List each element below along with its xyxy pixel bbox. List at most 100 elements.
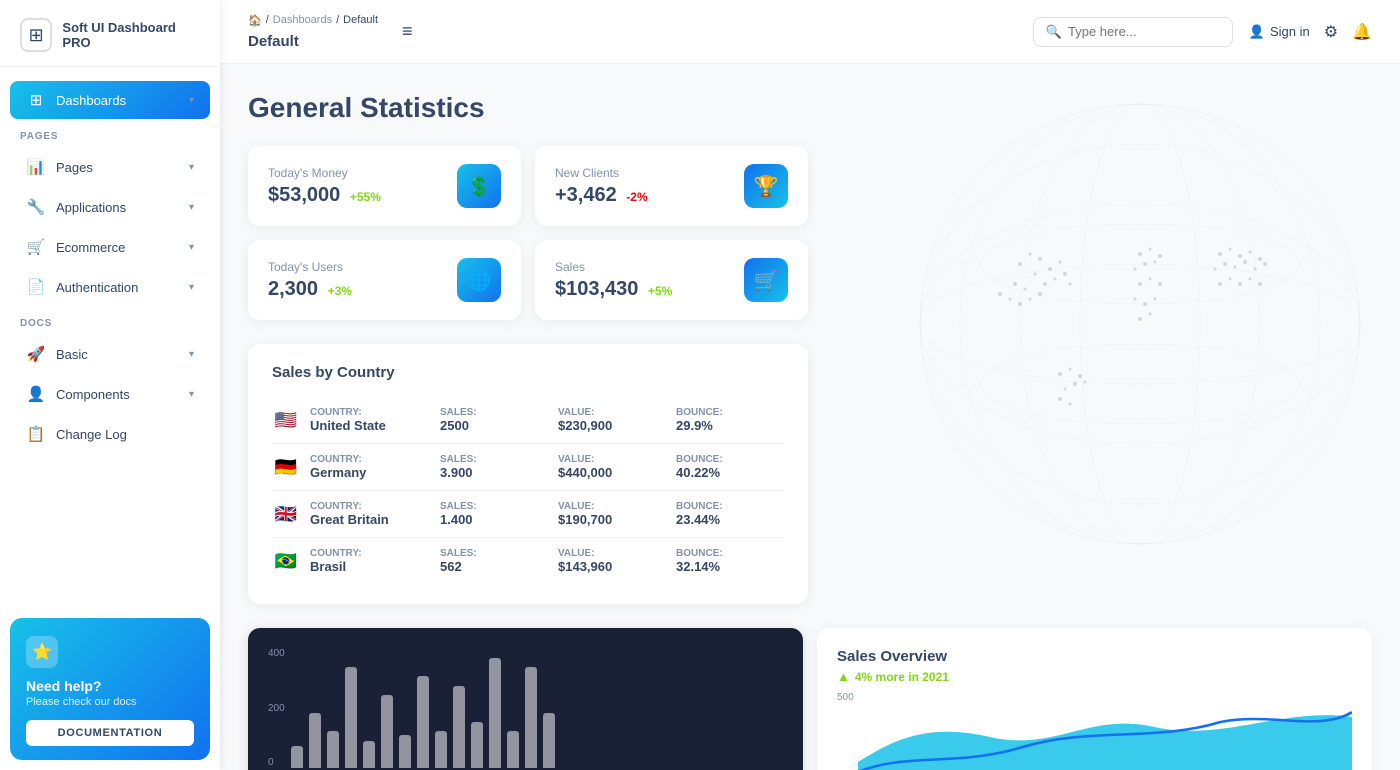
bounce-col: Bounce: 29.9% xyxy=(676,407,784,433)
flag-de: 🇩🇪 xyxy=(272,457,300,477)
breadcrumb-dashboards[interactable]: Dashboards xyxy=(273,14,332,26)
chart-bar xyxy=(381,695,393,768)
stat-change-clients: -2% xyxy=(626,190,647,204)
table-row: 🇺🇸 Country: United State Sales: 2500 Val… xyxy=(272,397,784,444)
sidebar: ⊞ Soft UI Dashboard PRO ⊞ Dashboards ▾ P… xyxy=(0,0,220,770)
chevron-down-icon: ▾ xyxy=(189,95,194,106)
stat-change-users: +3% xyxy=(328,284,352,298)
chart-bar xyxy=(435,731,447,768)
chevron-down-icon: ▾ xyxy=(189,242,194,253)
stat-value-sales: $103,430 +5% xyxy=(555,278,672,301)
trophy-icon: 🏆 xyxy=(744,164,788,208)
sales-country-title: Sales by Country xyxy=(272,364,784,381)
breadcrumb-current: Default xyxy=(248,33,299,50)
yaxis-200: 200 xyxy=(268,703,285,714)
notifications-icon[interactable]: 🔔 xyxy=(1352,22,1372,42)
chevron-down-icon: ▾ xyxy=(189,202,194,213)
chart-bar xyxy=(453,686,465,769)
chart-bar xyxy=(471,722,483,768)
bounce-col: Bounce: 23.44% xyxy=(676,501,784,527)
sidebar-item-basic[interactable]: 🚀 Basic ▾ xyxy=(10,335,210,373)
stat-label-clients: New Clients xyxy=(555,166,648,180)
stat-card-clients: New Clients +3,462 -2% 🏆 xyxy=(535,146,808,226)
stat-card-info: Today's Money $53,000 +55% xyxy=(268,166,381,207)
country-col: Country: Brasil xyxy=(310,548,430,574)
sidebar-item-label: Ecommerce xyxy=(56,240,179,255)
sidebar-item-changelog[interactable]: 📋 Change Log xyxy=(10,415,210,453)
sidebar-item-label: Pages xyxy=(56,160,179,175)
chart-bar xyxy=(525,667,537,768)
chevron-down-icon: ▾ xyxy=(189,349,194,360)
sidebar-item-label: Basic xyxy=(56,347,179,362)
main-area: 🏠 / Dashboards / Default Default ≡ 🔍 👤 S… xyxy=(220,0,1400,770)
flag-br: 🇧🇷 xyxy=(272,551,300,571)
chart-bar xyxy=(507,731,519,768)
settings-icon[interactable]: ⚙ xyxy=(1324,22,1338,42)
signin-label: Sign in xyxy=(1270,24,1310,39)
chevron-down-icon: ▾ xyxy=(189,389,194,400)
stat-card-users: Today's Users 2,300 +3% 🌐 xyxy=(248,240,521,320)
topbar-actions: 👤 Sign in ⚙ 🔔 xyxy=(1249,22,1372,42)
stat-card-info: New Clients +3,462 -2% xyxy=(555,166,648,207)
topbar-search[interactable]: 🔍 xyxy=(1033,17,1233,47)
value-col: Value: $190,700 xyxy=(558,501,666,527)
sidebar-item-authentication[interactable]: 📄 Authentication ▾ xyxy=(10,268,210,306)
auth-icon: 📄 xyxy=(26,278,46,296)
chart-bar xyxy=(327,731,339,768)
topbar: 🏠 / Dashboards / Default Default ≡ 🔍 👤 S… xyxy=(220,0,1400,64)
stat-label-users: Today's Users xyxy=(268,260,352,274)
help-star-icon: ⭐ xyxy=(26,636,58,668)
stat-change-money: +55% xyxy=(350,190,381,204)
value-col: Value: $440,000 xyxy=(558,454,666,480)
home-icon: 🏠 xyxy=(248,14,262,27)
chart-bars xyxy=(291,648,783,768)
sales-overview-title: Sales Overview xyxy=(837,648,1352,665)
chart-inner: 400 200 0 xyxy=(268,648,783,768)
sidebar-item-pages[interactable]: 📊 Pages ▾ xyxy=(10,148,210,186)
country-col: Country: Germany xyxy=(310,454,430,480)
breadcrumb-path: 🏠 / Dashboards / Default xyxy=(248,14,378,27)
hamburger-menu-icon[interactable]: ≡ xyxy=(402,21,413,42)
docs-section-label: DOCS xyxy=(0,308,220,333)
sidebar-help-card: ⭐ Need help? Please check our docs DOCUM… xyxy=(10,618,210,760)
sidebar-item-ecommerce[interactable]: 🛒 Ecommerce ▾ xyxy=(10,228,210,266)
ecommerce-icon: 🛒 xyxy=(26,238,46,256)
chart-bar xyxy=(489,658,501,768)
stat-value-users: 2,300 +3% xyxy=(268,278,352,301)
so-yaxis: 500 400 xyxy=(837,692,854,770)
chart-bar xyxy=(363,741,375,769)
breadcrumb-separator2: / xyxy=(336,14,339,26)
yaxis-0: 0 xyxy=(268,757,285,768)
breadcrumb-separator: / xyxy=(266,14,269,26)
bounce-col: Bounce: 40.22% xyxy=(676,454,784,480)
table-row: 🇬🇧 Country: Great Britain Sales: 1.400 V… xyxy=(272,491,784,538)
chevron-down-icon: ▾ xyxy=(189,162,194,173)
table-row: 🇧🇷 Country: Brasil Sales: 562 Value: $14… xyxy=(272,538,784,584)
sidebar-item-applications[interactable]: 🔧 Applications ▾ xyxy=(10,188,210,226)
documentation-button[interactable]: DOCUMENTATION xyxy=(26,720,194,746)
stat-card-info: Sales $103,430 +5% xyxy=(555,260,672,301)
globe-decoration xyxy=(820,84,1400,584)
sidebar-nav: ⊞ Dashboards ▾ PAGES 📊 Pages ▾ 🔧 Applica… xyxy=(0,67,220,608)
country-col: Country: United State xyxy=(310,407,430,433)
page-title: General Statistics xyxy=(248,92,1372,124)
sales-col: Sales: 1.400 xyxy=(440,501,548,527)
sales-by-country-card: Sales by Country 🇺🇸 Country: United Stat… xyxy=(248,344,808,604)
breadcrumb: 🏠 / Dashboards / Default Default xyxy=(248,14,378,50)
stat-card-info: Today's Users 2,300 +3% xyxy=(268,260,352,301)
pages-icon: 📊 xyxy=(26,158,46,176)
sidebar-item-label: Authentication xyxy=(56,280,179,295)
stats-grid: Today's Money $53,000 +55% 💲 New Clients… xyxy=(248,146,808,320)
sidebar-item-label: Change Log xyxy=(56,427,194,442)
signin-button[interactable]: 👤 Sign in xyxy=(1249,24,1310,40)
so-chart-area xyxy=(858,692,1352,770)
stat-label-sales: Sales xyxy=(555,260,672,274)
changelog-icon: 📋 xyxy=(26,425,46,443)
stat-card-sales: Sales $103,430 +5% 🛒 xyxy=(535,240,808,320)
value-col: Value: $230,900 xyxy=(558,407,666,433)
sidebar-item-components[interactable]: 👤 Components ▾ xyxy=(10,375,210,413)
search-input[interactable] xyxy=(1068,24,1208,39)
stat-value-clients: +3,462 -2% xyxy=(555,184,648,207)
dashboards-icon: ⊞ xyxy=(26,91,46,109)
sidebar-item-dashboards[interactable]: ⊞ Dashboards ▾ xyxy=(10,81,210,119)
